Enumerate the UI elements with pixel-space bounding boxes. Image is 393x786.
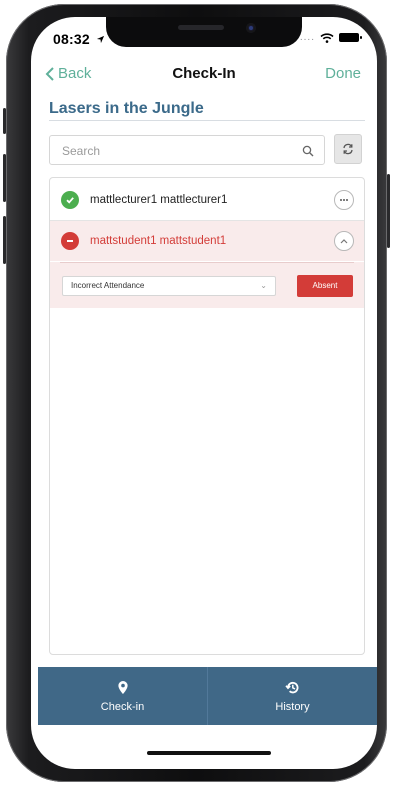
attendee-name: mattstudent1 mattstudent1 — [90, 235, 227, 247]
attendee-row[interactable]: mattstudent1 mattstudent1 — [50, 221, 364, 261]
search-box — [49, 135, 325, 165]
location-pin-icon — [117, 680, 128, 694]
wifi-icon — [320, 32, 334, 43]
speaker — [178, 25, 224, 30]
chevron-up-icon — [340, 239, 348, 244]
absent-minus-icon — [61, 232, 79, 250]
attendee-row[interactable]: mattlecturer1 mattlecturer1 — [50, 180, 364, 221]
volume-up-button — [3, 154, 6, 202]
reason-select-value: Incorrect Attendance — [71, 281, 145, 290]
power-button — [387, 174, 390, 248]
ellipsis-icon — [340, 199, 348, 201]
present-check-icon — [61, 191, 79, 209]
location-arrow-icon — [96, 35, 105, 44]
tab-history[interactable]: History — [208, 667, 377, 725]
attendee-detail-panel: Incorrect Attendance ⌄ Absent — [50, 262, 364, 308]
detail-divider — [60, 262, 354, 263]
notch — [106, 17, 302, 47]
mute-switch — [3, 108, 6, 134]
attendee-name: mattlecturer1 mattlecturer1 — [90, 194, 228, 206]
tab-check-in-label: Check-in — [100, 700, 145, 713]
search-input[interactable] — [60, 143, 294, 159]
history-icon — [285, 681, 299, 693]
volume-down-button — [3, 216, 6, 264]
chevron-down-icon: ⌄ — [260, 281, 267, 290]
refresh-icon — [343, 143, 353, 155]
front-camera — [246, 23, 256, 33]
status-indicators: .... — [299, 32, 362, 43]
page-title: Lasers in the Jungle — [49, 100, 204, 117]
status-time: 08:32 — [53, 31, 105, 47]
search-icon[interactable] — [302, 145, 314, 157]
home-indicator — [147, 751, 271, 755]
collapse-button[interactable] — [334, 231, 354, 251]
screen: 08:32 .... Back Check-In Done Lasers in … — [31, 17, 377, 769]
more-options-button[interactable] — [334, 190, 354, 210]
tab-history-label: History — [275, 700, 310, 713]
signal-dots: .... — [299, 32, 315, 43]
title-divider — [49, 120, 365, 121]
refresh-button[interactable] — [334, 134, 362, 164]
done-button[interactable]: Done — [325, 65, 361, 82]
tab-check-in[interactable]: Check-in — [38, 667, 207, 725]
battery-icon — [339, 33, 362, 42]
absent-button[interactable]: Absent — [297, 275, 353, 297]
attendee-list: mattlecturer1 mattlecturer1 mattstudent1… — [49, 177, 365, 655]
bottom-tab-bar: Check-in History — [38, 667, 377, 725]
reason-select[interactable]: Incorrect Attendance ⌄ — [62, 276, 276, 296]
navigation-bar: Back Check-In Done — [31, 57, 377, 91]
